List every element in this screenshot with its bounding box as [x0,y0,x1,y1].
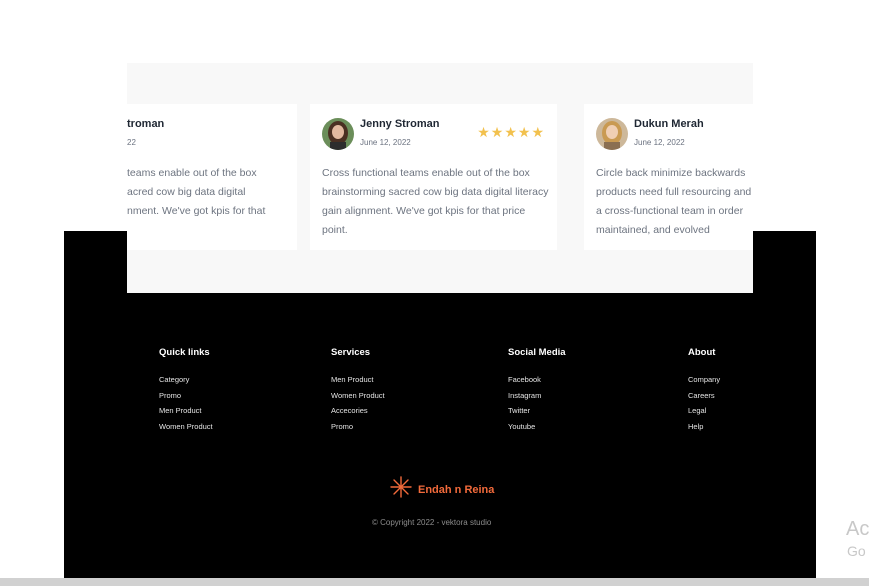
footer-logo[interactable]: Endah n Reina [390,476,494,503]
footer-link[interactable]: Facebook [508,372,566,388]
reviewer-name: Jenny Stroman [360,118,440,130]
footer-heading: Services [331,347,371,358]
footer-link[interactable]: Careers [688,388,720,404]
footer-link[interactable]: Promo [159,388,213,404]
footer-heading: Social Media [508,347,566,358]
footer-link[interactable]: Help [688,419,720,435]
footer-link[interactable]: Youtube [508,419,566,435]
testimonial-card-3: Dukun Merah June 12, 2022 Circle back mi… [584,104,753,250]
reviewer-name: Dukun Merah [634,118,704,130]
horizontal-scrollbar[interactable] [0,578,869,586]
footer-link[interactable]: Twitter [508,403,566,419]
footer-col-about: About Company Careers Legal Help [688,347,720,434]
review-quote: teams enable out of the box acred cow bi… [127,167,266,217]
footer-col-social-media: Social Media Facebook Instagram Twitter … [508,347,566,434]
review-date: June 12, 2022 [634,138,685,147]
footer-link[interactable]: Men Product [159,403,213,419]
footer-link[interactable]: Category [159,372,213,388]
footer-link[interactable]: Company [688,372,720,388]
reviewer-name: troman [127,118,165,130]
footer-heading: About [688,347,716,358]
footer-link[interactable]: Women Product [331,388,385,404]
footer-link[interactable]: Promo [331,419,385,435]
footer-col-services: Services Men Product Women Product Accec… [331,347,385,434]
review-date: June 12, 2022 [360,138,411,147]
review-date: 22 [127,138,136,147]
footer-link[interactable]: Instagram [508,388,566,404]
footer-link[interactable]: Accecories [331,403,385,419]
star-rating: ★★★★★ [477,124,545,140]
testimonial-card-2: Jenny Stroman June 12, 2022 ★★★★★ Cross … [310,104,557,250]
testimonial-section: troman 22 teams enable out of the box ac… [127,63,753,293]
footer-heading: Quick links [159,347,210,358]
testimonial-card-1: troman 22 teams enable out of the box ac… [127,104,297,250]
activate-windows-watermark: Ac [846,518,869,540]
review-quote: Cross functional teams enable out of the… [322,167,549,236]
avatar [596,118,628,150]
avatar [322,118,354,150]
review-quote: Circle back minimize backwards products … [596,167,752,236]
sparkle-logo-icon [390,476,412,503]
footer-link[interactable]: Women Product [159,419,213,435]
copyright-text: © Copyright 2022 - vektora studio [372,518,492,527]
footer-link[interactable]: Men Product [331,372,385,388]
footer-col-quick-links: Quick links Category Promo Men Product W… [159,347,213,434]
activate-windows-subtext: Go [847,543,866,559]
footer-link[interactable]: Legal [688,403,720,419]
brand-name: Endah n Reina [418,483,495,496]
